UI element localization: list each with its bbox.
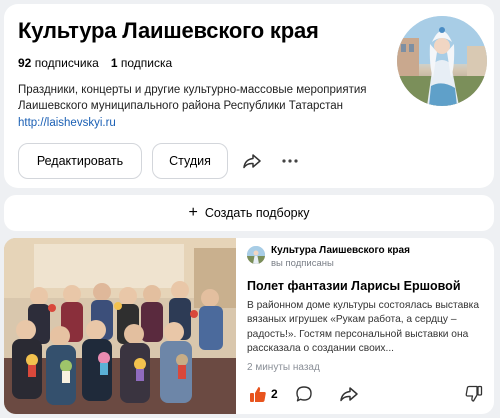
channel-header-card: Культура Лаишевского края 92 подписчика 1… <box>4 4 494 188</box>
subscribers-count: 92 <box>18 56 32 70</box>
create-collection-button[interactable]: + Создать подборку <box>4 195 494 231</box>
edit-button[interactable]: Редактировать <box>18 143 142 179</box>
post-image[interactable] <box>4 238 236 414</box>
post-share-button[interactable] <box>339 383 359 405</box>
subscriptions-stat[interactable]: 1 подписка <box>111 56 172 70</box>
create-collection-label: Создать подборку <box>204 206 310 220</box>
group-photo <box>4 238 236 414</box>
subscribers-label: подписчика <box>34 56 99 70</box>
studio-button[interactable]: Студия <box>152 143 228 179</box>
post-author-avatar[interactable] <box>247 246 265 264</box>
thumbs-up-icon <box>250 387 266 402</box>
subscribers-stat[interactable]: 92 подписчика <box>18 56 99 70</box>
post-timestamp: 2 минуты назад <box>247 362 320 373</box>
like-button[interactable]: 2 <box>249 383 278 405</box>
dislike-button[interactable] <box>465 383 483 405</box>
like-count: 2 <box>271 387 278 401</box>
channel-avatar[interactable] <box>397 16 487 106</box>
post-card[interactable]: Культура Лаишевского края вы подписаны П… <box>4 238 494 414</box>
channel-stats: 92 подписчика 1 подписка <box>18 56 172 70</box>
post-title[interactable]: Полет фантазии Ларисы Ершовой <box>247 279 461 293</box>
more-icon[interactable] <box>278 149 302 173</box>
comment-button[interactable] <box>295 383 313 405</box>
avatar-photo <box>397 16 487 106</box>
share-icon <box>340 387 358 402</box>
channel-page: Культура Лаишевского края 92 подписчика 1… <box>0 0 500 418</box>
post-subscription-status: вы подписаны <box>271 258 334 269</box>
post-excerpt: В районном доме культуры состоялась выст… <box>247 300 479 354</box>
channel-website-link[interactable]: http://laishevskyi.ru <box>18 117 116 129</box>
comment-icon <box>296 386 312 402</box>
subscriptions-count: 1 <box>110 56 118 70</box>
thumbs-down-icon <box>465 385 483 402</box>
plus-icon: + <box>188 204 198 221</box>
channel-description: Праздники, концерты и другие культурно-м… <box>18 84 367 112</box>
share-icon[interactable] <box>240 149 264 173</box>
channel-title: Культура Лаишевского края <box>18 18 319 43</box>
post-author-name[interactable]: Культура Лаишевского края <box>271 245 410 256</box>
subscriptions-label: подписка <box>120 56 173 70</box>
post-actions: 2 <box>247 383 487 405</box>
